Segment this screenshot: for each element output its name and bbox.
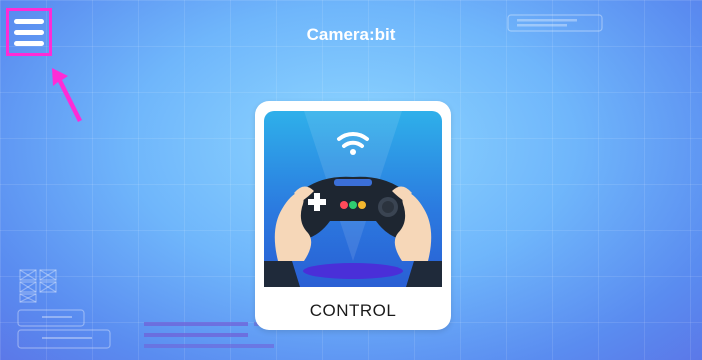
- gamepad-illustration: [264, 111, 442, 287]
- decor-bottom-left: [17, 269, 111, 349]
- hamburger-menu-icon: [14, 18, 44, 24]
- control-card-label: CONTROL: [309, 301, 397, 320]
- control-card[interactable]: CONTROL: [255, 101, 451, 330]
- gamepad-icon: [264, 111, 442, 287]
- app-title: Camera:bit: [306, 25, 396, 44]
- arrow-pointer-icon: [52, 68, 82, 122]
